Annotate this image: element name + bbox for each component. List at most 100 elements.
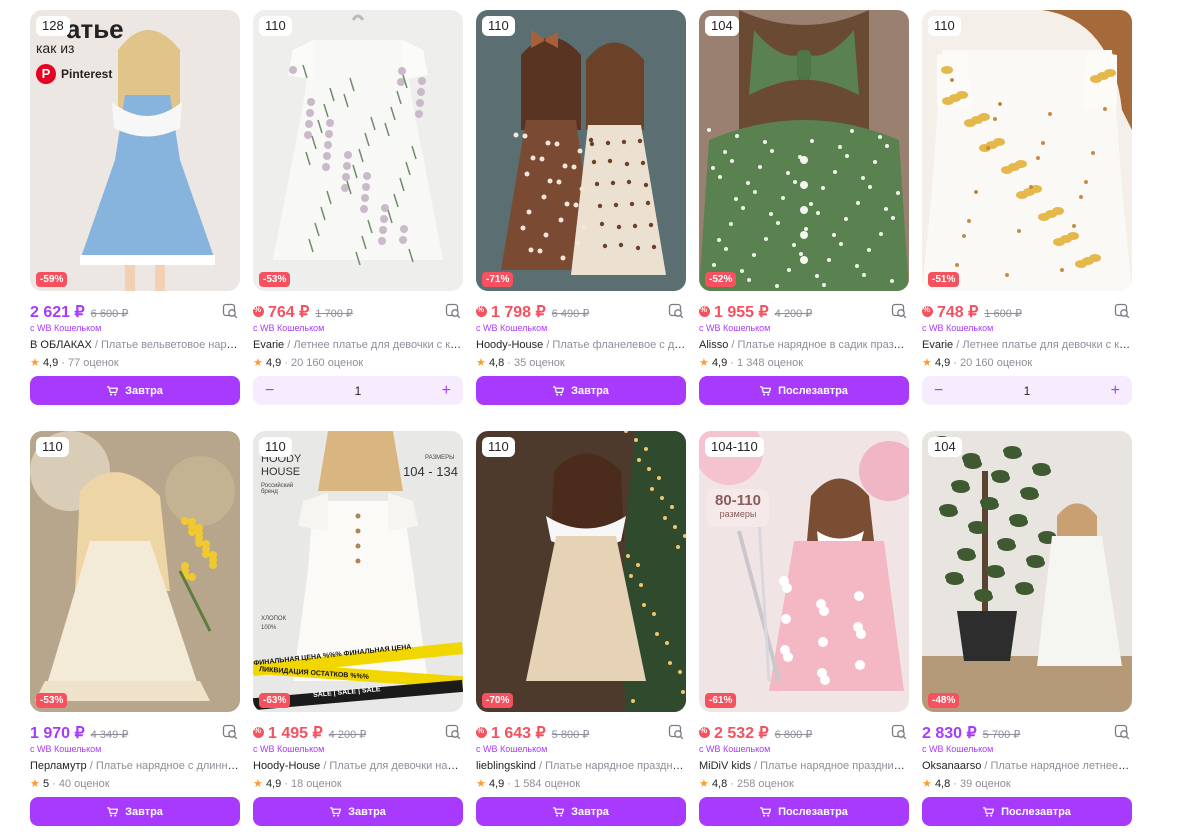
product-card-2[interactable]: 110 -53% 764 ₽ 1 700 ₽ с WB Кошельком Ev… <box>253 10 463 417</box>
find-similar-icon[interactable] <box>222 724 238 740</box>
add-to-cart-button[interactable]: Завтра <box>476 376 686 405</box>
product-title[interactable]: Hoody-House / Платье для девочки нарядно… <box>253 759 463 774</box>
price: 1 798 ₽ <box>476 302 546 322</box>
find-similar-icon[interactable] <box>891 724 907 740</box>
price-row: 1 798 ₽ 6 490 ₽ <box>476 302 686 322</box>
product-name: / Платье нарядное праздничное <box>750 760 909 772</box>
product-title[interactable]: В ОБЛАКАХ / Платье вельветовое нарядное <box>30 338 240 353</box>
reviews-count: · 18 оценок <box>284 778 342 790</box>
product-photo[interactable]: 110 -71% <box>476 10 686 291</box>
size-badge: 104-110 <box>705 437 764 457</box>
find-similar-icon[interactable] <box>222 303 238 319</box>
old-price: 5 800 ₽ <box>551 729 590 741</box>
find-similar-icon[interactable] <box>668 303 684 319</box>
product-card-10[interactable]: 104 -48% 2 830 ₽ 5 700 ₽ с WB Кошельком … <box>922 431 1132 832</box>
size-badge: 110 <box>928 16 961 36</box>
product-grid: атье как из P Pinterest 128 -59% 2 621 ₽ … <box>30 10 1132 832</box>
price-row: 2 532 ₽ 6 800 ₽ <box>699 723 909 743</box>
old-price: 6 600 ₽ <box>90 308 129 320</box>
product-card-1[interactable]: атье как из P Pinterest 128 -59% 2 621 ₽ … <box>30 10 240 417</box>
product-title[interactable]: Alisso / Платье нарядное в садик праздни… <box>699 338 909 353</box>
add-to-cart-button[interactable]: Завтра <box>30 797 240 826</box>
product-title[interactable]: Перламутр / Платье нарядное с длинным ру… <box>30 759 240 774</box>
wallet-note: с WB Кошельком <box>922 744 994 754</box>
add-to-cart-button[interactable]: Завтра <box>30 376 240 405</box>
add-to-cart-button[interactable]: Послезавтра <box>699 376 909 405</box>
product-card-6[interactable]: 110 -53% 1 970 ₽ 4 349 ₽ с WB Кошельком … <box>30 431 240 832</box>
star-icon: ★ <box>699 357 709 369</box>
quantity-stepper[interactable]: − 1 + <box>922 376 1132 405</box>
size-badge: 110 <box>259 437 292 457</box>
product-card-9[interactable]: 80-110 размеры 104-110 -61% 2 532 ₽ 6 80… <box>699 431 909 832</box>
decrement-button[interactable]: − <box>265 382 274 400</box>
product-card-3[interactable]: 110 -71% 1 798 ₽ 6 490 ₽ с WB Кошельком … <box>476 10 686 417</box>
product-name: / Платье для девочки нарядное <box>323 760 463 772</box>
add-to-cart-button[interactable]: Завтра <box>253 797 463 826</box>
sale-icon <box>476 305 487 317</box>
price: 1 970 ₽ <box>30 725 85 742</box>
find-similar-icon[interactable] <box>668 724 684 740</box>
product-title[interactable]: MiDiV kids / Платье нарядное праздничное <box>699 759 909 774</box>
reviews-count: · 1 348 оценок <box>730 357 804 369</box>
product-name: / Платье фланелевое с длинным рукавом <box>546 339 686 351</box>
product-card-5[interactable]: 110 -51% 748 ₽ 1 600 ₽ с WB Кошельком Ev… <box>922 10 1132 417</box>
add-to-cart-button[interactable]: Послезавтра <box>922 797 1132 826</box>
product-title[interactable]: Oksanaarso / Платье нарядное летнее и пр… <box>922 759 1132 774</box>
price: 2 621 ₽ <box>30 304 85 321</box>
delivery-label: Завтра <box>571 384 609 397</box>
quantity-value: 1 <box>354 383 362 398</box>
product-card-7[interactable]: HOODY HOUSE Российский бренд РАЗМЕРЫ 104 … <box>253 431 463 832</box>
sale-icon <box>253 726 264 738</box>
product-photo[interactable]: 110 -53% <box>253 10 463 291</box>
find-similar-icon[interactable] <box>1114 724 1130 740</box>
brand-name: Oksanaarso <box>922 760 982 772</box>
rating: ★ 4,9 · 18 оценок <box>253 777 463 791</box>
sizes-range: 104 - 134 <box>403 464 458 479</box>
star-icon: ★ <box>253 357 263 369</box>
product-title[interactable]: Evarie / Летнее платье для девочки с кор… <box>922 338 1132 353</box>
product-photo[interactable]: 104 -52% <box>699 10 909 291</box>
product-title[interactable]: Hoody-House / Платье фланелевое с длинны… <box>476 338 686 353</box>
sale-icon <box>699 726 710 738</box>
rating: ★ 4,9 · 20 160 оценок <box>922 356 1132 370</box>
product-title[interactable]: Evarie / Летнее платье для девочки с кор… <box>253 338 463 353</box>
brand-name: Перламутр <box>30 760 87 772</box>
product-photo[interactable]: 110 -51% <box>922 10 1132 291</box>
star-icon: ★ <box>922 778 932 790</box>
image-overlay-line2: как из <box>36 40 75 56</box>
find-similar-icon[interactable] <box>445 303 461 319</box>
price: 2 830 ₽ <box>922 725 977 742</box>
delivery-label: Послезавтра <box>1001 805 1071 818</box>
old-price: 6 800 ₽ <box>774 729 813 741</box>
size-range-badge: 80-110 размеры <box>707 489 769 527</box>
rating: ★ 4,9 · 77 оценок <box>30 356 240 370</box>
brand-name: lieblingskind <box>476 760 536 772</box>
product-photo[interactable]: 104 -48% <box>922 431 1132 712</box>
find-similar-icon[interactable] <box>891 303 907 319</box>
product-photo[interactable]: атье как из P Pinterest 128 -59% <box>30 10 240 291</box>
product-photo[interactable]: 80-110 размеры 104-110 -61% <box>699 431 909 712</box>
star-icon: ★ <box>476 357 486 369</box>
increment-button[interactable]: + <box>1111 382 1120 400</box>
find-similar-icon[interactable] <box>1114 303 1130 319</box>
product-title[interactable]: lieblingskind / Платье нарядное празднич… <box>476 759 686 774</box>
add-to-cart-button[interactable]: Послезавтра <box>699 797 909 826</box>
product-photo[interactable]: 110 -70% <box>476 431 686 712</box>
reviews-count: · 77 оценок <box>61 357 119 369</box>
product-card-4[interactable]: 104 -52% 1 955 ₽ 4 200 ₽ с WB Кошельком … <box>699 10 909 417</box>
add-to-cart-button[interactable]: Завтра <box>476 797 686 826</box>
discount-badge: -61% <box>705 693 737 708</box>
decrement-button[interactable]: − <box>934 382 943 400</box>
brand-name: Alisso <box>699 339 729 351</box>
discount-badge: -63% <box>259 693 291 708</box>
product-photo[interactable]: 110 -53% <box>30 431 240 712</box>
find-similar-icon[interactable] <box>445 724 461 740</box>
pinterest-badge: P Pinterest <box>36 64 112 84</box>
price-row: 1 495 ₽ 4 200 ₽ <box>253 723 463 743</box>
reviews-count: · 20 160 оценок <box>284 357 364 369</box>
product-card-8[interactable]: 110 -70% 1 643 ₽ 5 800 ₽ с WB Кошельком … <box>476 431 686 832</box>
old-price: 5 700 ₽ <box>982 729 1021 741</box>
product-photo[interactable]: HOODY HOUSE Российский бренд РАЗМЕРЫ 104 … <box>253 431 463 712</box>
increment-button[interactable]: + <box>442 382 451 400</box>
quantity-stepper[interactable]: − 1 + <box>253 376 463 405</box>
